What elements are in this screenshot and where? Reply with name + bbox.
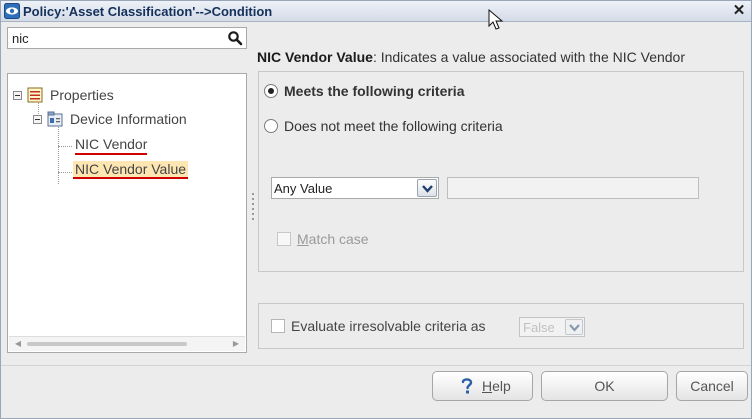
evaluate-irresolvable-label: Evaluate irresolvable criteria as xyxy=(291,318,486,334)
tree-horizontal-scrollbar[interactable]: ◀ ▶ xyxy=(9,336,245,351)
help-label-rest: elp xyxy=(492,378,511,394)
scroll-left-icon[interactable]: ◀ xyxy=(11,337,25,351)
evaluate-irresolvable-checkbox[interactable] xyxy=(271,319,285,333)
tree-item-nic-vendor-value[interactable]: NIC Vendor Value xyxy=(73,161,189,179)
device-info-icon xyxy=(47,111,63,127)
field-description-text: : Indicates a value associated with the … xyxy=(372,49,686,65)
field-name: NIC Vendor Value xyxy=(257,49,373,65)
operator-dropdown[interactable]: Any Value xyxy=(271,177,439,199)
evaluate-value-dropdown[interactable]: False xyxy=(519,317,585,337)
tree-connector xyxy=(58,172,72,173)
operator-value: Any Value xyxy=(274,181,333,196)
radio-label: Meets the following criteria xyxy=(284,83,465,99)
match-case-mnemonic: M xyxy=(297,231,309,247)
properties-list-icon xyxy=(27,87,43,103)
close-icon: ✕ xyxy=(732,2,746,19)
radio-button-selected[interactable] xyxy=(264,84,278,98)
mouse-cursor-icon xyxy=(488,9,504,30)
evaluate-value: False xyxy=(523,320,555,335)
help-label: Help xyxy=(482,372,511,400)
match-case-label: Match case xyxy=(297,231,369,247)
tree-item-device-information[interactable]: Device Information xyxy=(70,111,187,127)
tree-item-nic-vendor[interactable]: NIC Vendor xyxy=(75,136,148,155)
button-bar-divider xyxy=(1,365,751,366)
tree-connector xyxy=(58,120,59,184)
dropdown-button[interactable] xyxy=(417,179,437,197)
help-question-icon xyxy=(461,378,473,394)
condition-dialog: Policy:'Asset Classification'-->Conditio… xyxy=(0,0,752,419)
radio-label: Does not meet the following criteria xyxy=(284,118,503,134)
chevron-down-icon xyxy=(569,324,580,332)
search-icon[interactable] xyxy=(227,30,243,46)
search-field[interactable] xyxy=(7,27,247,49)
collapse-toggle-device-information[interactable] xyxy=(33,115,42,124)
tree-item-properties[interactable]: Properties xyxy=(50,87,114,103)
app-eye-icon xyxy=(4,3,20,19)
help-button[interactable]: Help xyxy=(432,371,533,401)
cancel-label: Cancel xyxy=(690,378,734,394)
scroll-right-icon[interactable]: ▶ xyxy=(229,337,243,351)
help-mnemonic: H xyxy=(482,378,493,394)
cancel-button[interactable]: Cancel xyxy=(676,371,748,401)
ok-button[interactable]: OK xyxy=(541,371,668,401)
property-tree: Properties Device Information NIC Vendor… xyxy=(7,73,247,353)
match-case-checkbox[interactable] xyxy=(277,232,291,246)
ok-label: OK xyxy=(594,378,615,394)
criteria-value-field[interactable] xyxy=(447,177,699,199)
field-description: NIC Vendor Value: Indicates a value asso… xyxy=(257,49,737,65)
tree-connector xyxy=(58,146,72,147)
window-title: Policy:'Asset Classification'-->Conditio… xyxy=(23,4,273,19)
chevron-down-icon xyxy=(422,185,433,193)
title-bar[interactable]: Policy:'Asset Classification'-->Conditio… xyxy=(1,1,751,22)
close-button[interactable]: ✕ xyxy=(731,2,747,20)
search-input[interactable] xyxy=(8,28,218,48)
dropdown-button[interactable] xyxy=(565,319,583,335)
collapse-toggle-properties[interactable] xyxy=(13,91,22,100)
pane-splitter-handle[interactable] xyxy=(251,193,255,229)
radio-button[interactable] xyxy=(264,119,278,133)
match-case-label-rest: atch case xyxy=(308,231,369,247)
scrollbar-thumb[interactable] xyxy=(27,342,187,346)
